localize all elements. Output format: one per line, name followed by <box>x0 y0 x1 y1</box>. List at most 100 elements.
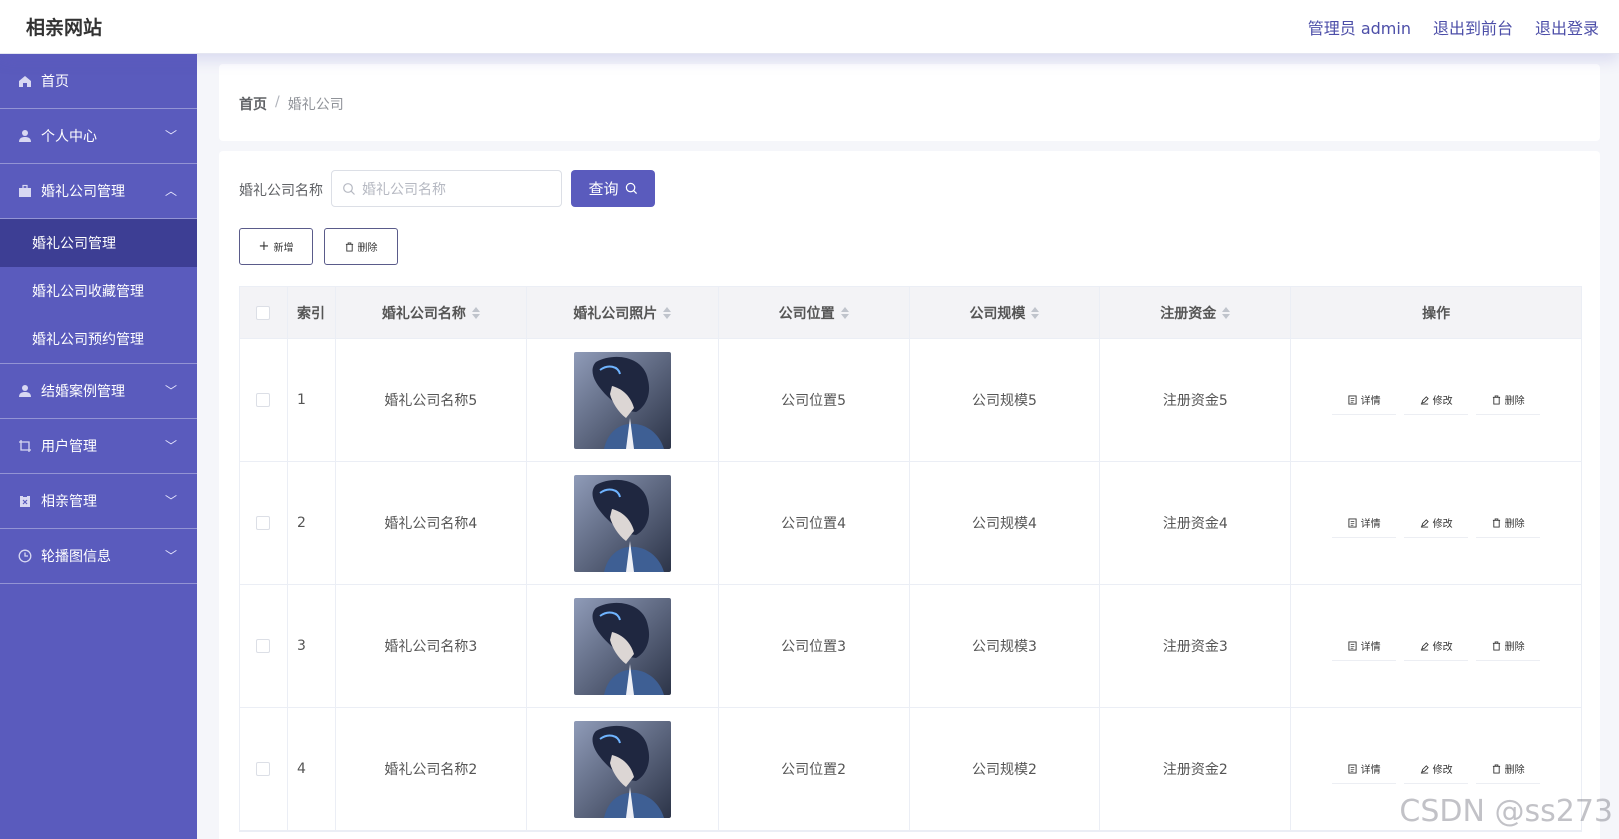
header-label: 婚礼公司照片 <box>573 305 658 322</box>
edit-button-label: 修改 <box>1432 519 1453 530</box>
search-icon <box>625 182 637 195</box>
search-placeholder: 婚礼公司名称 <box>362 181 446 198</box>
sort-icon[interactable] <box>840 306 849 319</box>
header-capital[interactable]: 注册资金 <box>1100 287 1292 338</box>
breadcrumb-panel: 首页 / 婚礼公司 <box>219 64 1600 141</box>
sort-icon[interactable] <box>1031 306 1040 319</box>
search-input[interactable]: 婚礼公司名称 <box>331 170 562 207</box>
document-icon <box>1348 518 1357 527</box>
detail-button[interactable]: 详情 <box>1332 754 1397 784</box>
document-icon <box>1348 395 1357 404</box>
detail-button[interactable]: 详情 <box>1332 508 1397 538</box>
document-icon <box>1348 641 1357 650</box>
sidebar-subitem-wedding-company[interactable]: 婚礼公司管理 <box>0 219 197 267</box>
row-index: 4 <box>288 708 336 830</box>
add-button-label: 新增 <box>273 243 294 254</box>
row-company-name: 婚礼公司名称4 <box>336 462 527 584</box>
edit-icon <box>1420 518 1429 527</box>
sort-icon[interactable] <box>663 306 672 319</box>
remove-button[interactable]: 删除 <box>1476 508 1541 538</box>
header-label: 公司规模 <box>969 305 1026 322</box>
search-icon <box>343 182 355 195</box>
chevron-down-icon: ﹀ <box>164 129 177 143</box>
header-links: 管理员 admin 退出到前台 退出登录 <box>1308 15 1599 39</box>
add-button[interactable]: + 新增 <box>239 228 313 265</box>
header-label: 注册资金 <box>1160 305 1217 322</box>
header-scale[interactable]: 公司规模 <box>910 287 1101 338</box>
row-location: 公司位置3 <box>719 585 910 707</box>
admin-label[interactable]: 管理员 admin <box>1308 15 1411 39</box>
edit-button-label: 修改 <box>1432 396 1453 407</box>
delete-button[interactable]: 删除 <box>324 228 398 265</box>
sidebar-item-label: 首页 <box>41 74 69 90</box>
select-all-checkbox[interactable] <box>256 305 271 320</box>
plus-icon: + <box>258 239 270 254</box>
row-scale: 公司规模3 <box>910 585 1101 707</box>
header-photo[interactable]: 婚礼公司照片 <box>527 287 719 338</box>
detail-button-label: 详情 <box>1360 519 1381 530</box>
sidebar-submenu: 婚礼公司管理 婚礼公司收藏管理 婚礼公司预约管理 <box>0 219 197 364</box>
sidebar-item-dating[interactable]: 相亲管理 ﹀ <box>0 474 197 529</box>
sidebar-item-carousel[interactable]: 轮播图信息 ﹀ <box>0 529 197 584</box>
row-checkbox[interactable] <box>256 639 271 653</box>
row-location: 公司位置5 <box>719 339 910 461</box>
logout-link[interactable]: 退出登录 <box>1535 15 1599 39</box>
header-name[interactable]: 婚礼公司名称 <box>336 287 527 338</box>
sidebar-subitem-reservations[interactable]: 婚礼公司预约管理 <box>0 315 197 363</box>
remove-button[interactable]: 删除 <box>1476 385 1541 415</box>
edit-button[interactable]: 修改 <box>1404 508 1469 538</box>
header-location[interactable]: 公司位置 <box>719 287 910 338</box>
chevron-up-icon: ︿ <box>164 184 177 198</box>
remove-button[interactable]: 删除 <box>1476 754 1541 784</box>
remove-button[interactable]: 删除 <box>1476 631 1541 661</box>
sort-icon[interactable] <box>1222 306 1231 319</box>
row-scale: 公司规模4 <box>910 462 1101 584</box>
company-photo <box>573 351 671 449</box>
briefcase-icon <box>18 184 32 198</box>
sidebar-item-wedding-mgmt[interactable]: 婚礼公司管理 ︿ <box>0 164 197 219</box>
sidebar-item-cases[interactable]: 结婚案例管理 ﹀ <box>0 364 197 419</box>
query-button-label: 查询 <box>588 180 619 198</box>
chevron-down-icon: ﹀ <box>164 384 177 398</box>
edit-button[interactable]: 修改 <box>1404 754 1469 784</box>
remove-button-label: 删除 <box>1504 765 1525 776</box>
sort-icon[interactable] <box>471 306 480 319</box>
table-row: 1 婚礼公司名称5 公司位置5 公司规模5 注册资金5 详情 修改 删除 <box>240 339 1581 462</box>
sidebar-subitem-favorites[interactable]: 婚礼公司收藏管理 <box>0 267 197 315</box>
edit-button-label: 修改 <box>1432 642 1453 653</box>
document-icon <box>1348 764 1357 773</box>
edit-button[interactable]: 修改 <box>1404 385 1469 415</box>
row-checkbox[interactable] <box>256 762 271 776</box>
sidebar-item-label: 用户管理 <box>41 439 97 455</box>
query-button[interactable]: 查询 <box>571 170 655 207</box>
sidebar-item-users[interactable]: 用户管理 ﹀ <box>0 419 197 474</box>
detail-button[interactable]: 详情 <box>1332 631 1397 661</box>
delete-button-label: 删除 <box>357 243 378 254</box>
header-label: 婚礼公司名称 <box>381 305 466 322</box>
search-label: 婚礼公司名称 <box>239 183 323 199</box>
back-to-front-link[interactable]: 退出到前台 <box>1433 15 1513 39</box>
data-table: 索引 婚礼公司名称 婚礼公司照片 公司位置 公司规模 注册资金 操作 1 婚礼公… <box>239 286 1582 832</box>
row-index: 2 <box>288 462 336 584</box>
row-company-name: 婚礼公司名称5 <box>336 339 527 461</box>
edit-icon <box>1420 641 1429 650</box>
crop-icon <box>18 439 32 453</box>
trash-icon <box>1492 395 1500 404</box>
row-location: 公司位置4 <box>719 462 910 584</box>
breadcrumb-home[interactable]: 首页 <box>239 94 267 114</box>
edit-button[interactable]: 修改 <box>1404 631 1469 661</box>
row-checkbox[interactable] <box>256 393 271 407</box>
row-index: 1 <box>288 339 336 461</box>
breadcrumb-current: 婚礼公司 <box>287 97 344 113</box>
sidebar-item-label: 结婚案例管理 <box>41 384 125 400</box>
row-checkbox[interactable] <box>256 516 271 530</box>
sidebar-item-label: 相亲管理 <box>41 494 97 510</box>
sidebar-item-home[interactable]: 首页 <box>0 54 197 109</box>
sidebar-item-personal[interactable]: 个人中心 ﹀ <box>0 109 197 164</box>
company-photo <box>573 597 671 695</box>
remove-button-label: 删除 <box>1504 519 1525 530</box>
detail-button[interactable]: 详情 <box>1332 385 1397 415</box>
user-icon <box>18 384 32 398</box>
trash-icon <box>1492 518 1500 527</box>
row-capital: 注册资金2 <box>1100 708 1292 830</box>
